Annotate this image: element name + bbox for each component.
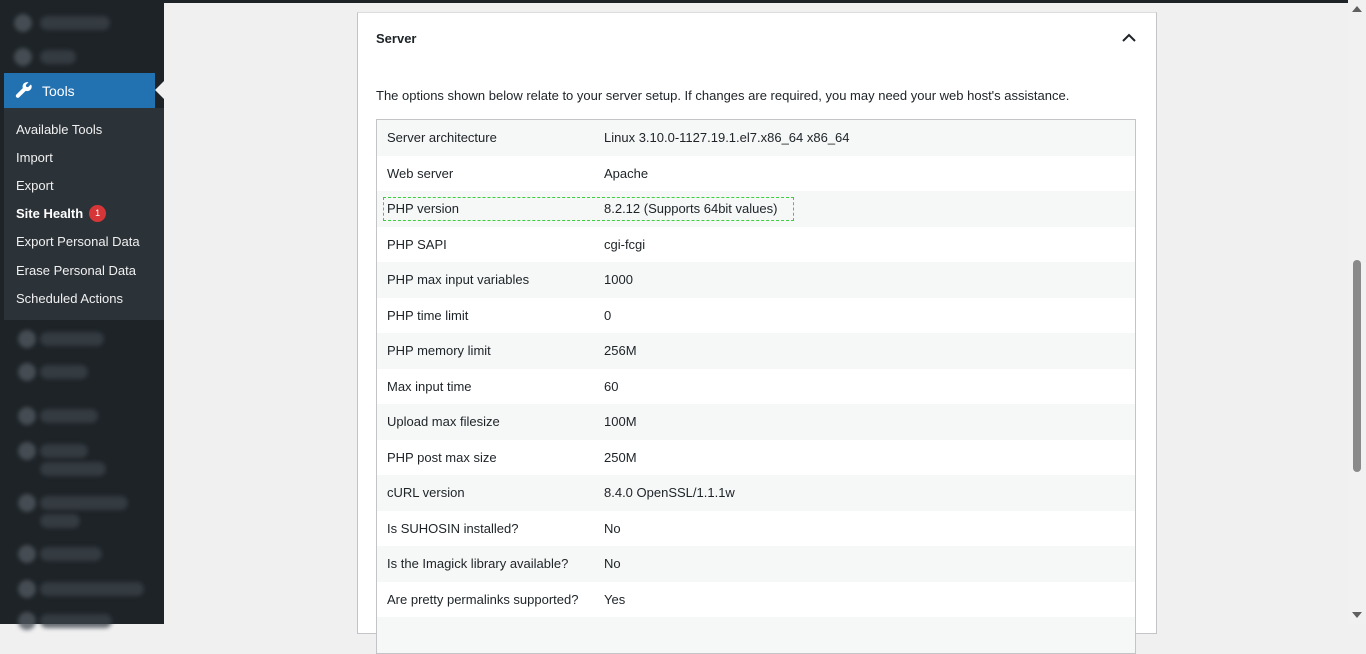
- table-row: PHP max input variables 1000: [377, 262, 1135, 298]
- wrench-icon: [15, 81, 32, 98]
- blurred-menu-item[interactable]: [40, 332, 104, 346]
- row-label: PHP max input variables: [387, 272, 530, 288]
- builder-icon: [18, 494, 36, 512]
- row-label: PHP version: [387, 201, 460, 217]
- row-value: 8.2.12 (Supports 64bit values): [604, 201, 778, 217]
- table-row: Is SUHOSIN installed? No: [377, 510, 1135, 546]
- scroll-thumb[interactable]: [1353, 260, 1361, 472]
- sidebar-item-tools[interactable]: Tools: [4, 73, 164, 108]
- row-label: Max input time: [387, 378, 472, 394]
- row-value: 8.4.0 OpenSSL/1.1.1w: [604, 485, 735, 501]
- table-row: Web server Apache: [377, 155, 1135, 191]
- submenu-item[interactable]: Export: [4, 171, 164, 199]
- top-border: [164, 0, 1348, 3]
- row-value: Apache: [604, 165, 649, 181]
- submenu-item-label: Import: [16, 149, 53, 165]
- server-section: Server The options shown below relate to…: [357, 12, 1157, 654]
- sidebar-lower-menu: [4, 320, 164, 630]
- submenu-item-label: Erase Personal Data: [16, 262, 136, 278]
- blurred-menu-item[interactable]: [40, 547, 102, 561]
- chevron-up-icon[interactable]: [1120, 29, 1138, 47]
- submenu-item[interactable]: Import: [4, 143, 164, 171]
- row-label: Is SUHOSIN installed?: [387, 520, 519, 536]
- table-row: Server architecture Linux 3.10.0-1127.19.…: [377, 120, 1135, 156]
- submenu-item-label: Export Personal Data: [16, 234, 140, 250]
- submenu-item-label: Site Health: [16, 206, 84, 222]
- row-value: Yes: [604, 591, 626, 607]
- table-row: [377, 617, 1135, 653]
- blurred-menu-item[interactable]: [40, 365, 88, 379]
- table-row: PHP SAPI cgi-fcgi: [377, 226, 1135, 262]
- sidebar-item-label: Tools: [42, 82, 75, 99]
- submenu-item[interactable]: Erase Personal Data: [4, 256, 164, 284]
- row-label: PHP post max size: [387, 449, 497, 465]
- messages-icon: [18, 545, 36, 563]
- table-row: PHP version 8.2.12 (Supports 64bit values…: [377, 191, 1135, 227]
- users-icon: [14, 48, 32, 66]
- section-title: Server: [376, 30, 417, 46]
- submenu-item-label: Export: [16, 177, 54, 193]
- table-row: PHP time limit 0: [377, 297, 1135, 333]
- submenu-item[interactable]: Available Tools: [4, 115, 164, 143]
- admin-sidebar: Tools Available Tools Import Export Site He…: [0, 0, 164, 630]
- row-label: PHP time limit: [387, 307, 469, 323]
- row-label: Are pretty permalinks supported?: [387, 591, 579, 607]
- row-label: PHP memory limit: [387, 343, 491, 359]
- row-label: PHP SAPI: [387, 236, 447, 252]
- scroll-down-arrow-icon[interactable]: [1352, 612, 1362, 618]
- blurred-menu-item[interactable]: [40, 50, 76, 64]
- blurred-menu-item[interactable]: [40, 496, 128, 510]
- seo-icon: [18, 407, 36, 425]
- blurred-menu-item[interactable]: [40, 462, 106, 476]
- plugins-icon: [14, 14, 32, 32]
- row-label: Server architecture: [387, 130, 497, 146]
- server-info-table: Server architecture Linux 3.10.0-1127.19.…: [376, 119, 1136, 654]
- row-value: No: [604, 556, 621, 572]
- menu-icon: [18, 612, 36, 630]
- submenu-item[interactable]: Export Personal Data: [4, 228, 164, 256]
- table-row: PHP post max size 250M: [377, 439, 1135, 475]
- row-value: 0: [604, 307, 612, 323]
- blurred-menu-item[interactable]: [40, 614, 112, 628]
- scroll-up-arrow-icon[interactable]: [1352, 6, 1362, 12]
- row-value: No: [604, 520, 621, 536]
- row-label: Web server: [387, 165, 454, 181]
- submenu-item[interactable]: Site Health 1: [4, 200, 164, 228]
- table-row: Are pretty permalinks supported? Yes: [377, 581, 1135, 617]
- vertical-scrollbar[interactable]: [1348, 0, 1366, 624]
- menu-icon: [18, 330, 36, 348]
- submenu-item-label: Scheduled Actions: [16, 290, 123, 306]
- table-row: cURL version 8.4.0 OpenSSL/1.1.1w: [377, 475, 1135, 511]
- slider-icon: [18, 580, 36, 598]
- table-row: PHP memory limit 256M: [377, 333, 1135, 369]
- row-value: 256M: [604, 343, 637, 359]
- submenu-item-label: Available Tools: [16, 121, 103, 137]
- row-label: Upload max filesize: [387, 414, 500, 430]
- settings-icon: [18, 363, 36, 381]
- blurred-menu-item[interactable]: [40, 444, 88, 458]
- blurred-menu-item[interactable]: [40, 409, 98, 423]
- brush-icon: [18, 442, 36, 460]
- table-row: Upload max filesize 100M: [377, 404, 1135, 440]
- section-description: The options shown below relate to your s…: [376, 88, 1070, 103]
- server-section-header[interactable]: Server: [358, 13, 1156, 63]
- row-value: 60: [604, 378, 619, 394]
- table-row: Max input time 60: [377, 368, 1135, 404]
- row-value: 1000: [604, 272, 633, 288]
- row-label: cURL version: [387, 485, 465, 501]
- row-value: Linux 3.10.0-1127.19.1.el7.x86_64 x86_64: [604, 130, 850, 146]
- row-value: 250M: [604, 449, 637, 465]
- row-label: Is the Imagick library available?: [387, 556, 569, 572]
- tools-submenu: Available Tools Import Export Site Health 1 E…: [4, 108, 164, 320]
- table-row: Is the Imagick library available? No: [377, 546, 1135, 582]
- submenu-item[interactable]: Scheduled Actions: [4, 284, 164, 312]
- row-value: 100M: [604, 414, 637, 430]
- row-value: cgi-fcgi: [604, 236, 646, 252]
- notification-badge: 1: [89, 205, 107, 223]
- blurred-menu-item[interactable]: [40, 514, 80, 528]
- blurred-menu-item[interactable]: [40, 16, 110, 30]
- blurred-menu-item[interactable]: [40, 582, 144, 596]
